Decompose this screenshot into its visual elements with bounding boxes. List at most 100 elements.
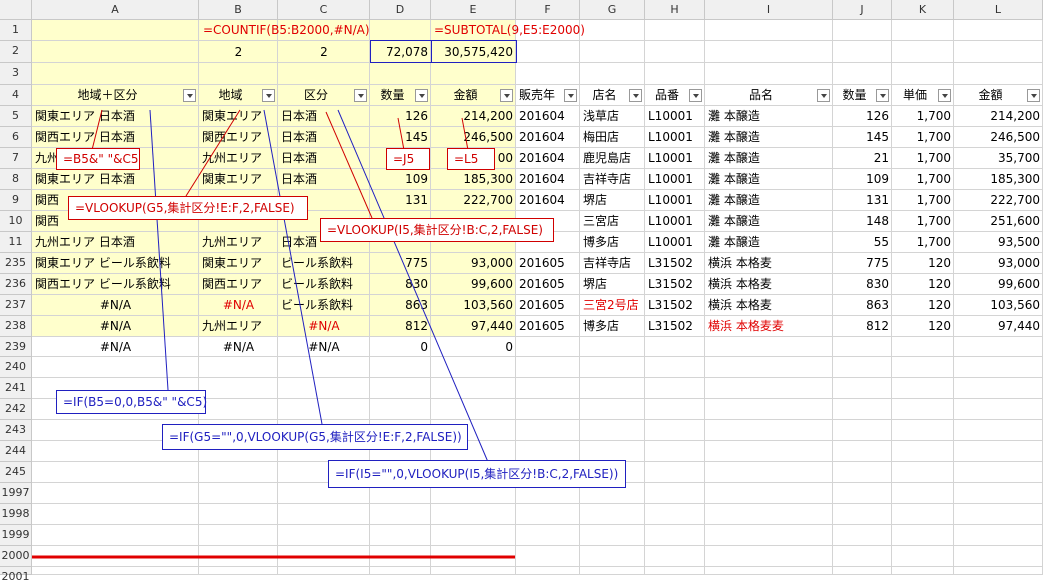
- cell[interactable]: [645, 462, 705, 483]
- cell[interactable]: [892, 337, 954, 357]
- row-header-237[interactable]: 237: [0, 295, 32, 316]
- cell[interactable]: [892, 420, 954, 441]
- cell[interactable]: [892, 41, 954, 63]
- cell[interactable]: [278, 357, 370, 378]
- filter-dropdown-j[interactable]: [876, 89, 889, 102]
- cell[interactable]: [431, 525, 516, 546]
- row-header-3[interactable]: 3: [0, 63, 32, 85]
- column-header-J[interactable]: J: [833, 0, 892, 20]
- cell[interactable]: [278, 546, 370, 567]
- row-header-242[interactable]: 242: [0, 399, 32, 420]
- cell[interactable]: [954, 567, 1043, 575]
- cell[interactable]: [705, 420, 833, 441]
- cell[interactable]: [278, 399, 370, 420]
- cell[interactable]: [954, 504, 1043, 525]
- cell[interactable]: [892, 504, 954, 525]
- row-header-238[interactable]: 238: [0, 316, 32, 337]
- row-header-1998[interactable]: 1998: [0, 504, 32, 525]
- cell[interactable]: [580, 441, 645, 462]
- cell[interactable]: [32, 567, 199, 575]
- cell[interactable]: [580, 525, 645, 546]
- cell[interactable]: [954, 462, 1043, 483]
- cell[interactable]: [580, 41, 645, 63]
- cell[interactable]: [516, 441, 580, 462]
- cell[interactable]: [516, 41, 580, 63]
- cell[interactable]: [892, 546, 954, 567]
- cell[interactable]: [833, 20, 892, 41]
- row-header-1997[interactable]: 1997: [0, 483, 32, 504]
- cell[interactable]: [516, 525, 580, 546]
- cell[interactable]: [954, 378, 1043, 399]
- cell[interactable]: [278, 504, 370, 525]
- row-header-1[interactable]: 1: [0, 20, 32, 41]
- cell[interactable]: [954, 399, 1043, 420]
- column-header-E[interactable]: E: [431, 0, 516, 20]
- cell[interactable]: [32, 41, 199, 63]
- cell[interactable]: [431, 357, 516, 378]
- cell[interactable]: [705, 399, 833, 420]
- filter-dropdown-c[interactable]: [354, 89, 367, 102]
- row-header-10[interactable]: 10: [0, 211, 32, 232]
- cell[interactable]: [892, 399, 954, 420]
- cell[interactable]: [705, 525, 833, 546]
- cell[interactable]: [892, 567, 954, 575]
- cell[interactable]: [833, 567, 892, 575]
- cell[interactable]: [278, 567, 370, 575]
- cell[interactable]: [892, 525, 954, 546]
- cell[interactable]: [833, 483, 892, 504]
- cell[interactable]: [580, 567, 645, 575]
- cell[interactable]: [645, 567, 705, 575]
- cell[interactable]: [705, 337, 833, 357]
- cell[interactable]: [705, 567, 833, 575]
- cell[interactable]: [954, 546, 1043, 567]
- row-header-236[interactable]: 236: [0, 274, 32, 295]
- select-all-corner[interactable]: [0, 0, 32, 20]
- cell[interactable]: [32, 525, 199, 546]
- column-header-B[interactable]: B: [199, 0, 278, 20]
- cell[interactable]: [892, 20, 954, 41]
- row-header-243[interactable]: 243: [0, 420, 32, 441]
- filter-dropdown-i[interactable]: [817, 89, 830, 102]
- cell[interactable]: [892, 462, 954, 483]
- cell[interactable]: [32, 20, 199, 41]
- cell[interactable]: [954, 20, 1043, 41]
- row-header-245[interactable]: 245: [0, 462, 32, 483]
- cell[interactable]: [199, 357, 278, 378]
- cell[interactable]: [431, 399, 516, 420]
- cell[interactable]: [278, 63, 370, 85]
- filter-dropdown-b[interactable]: [262, 89, 275, 102]
- cell[interactable]: [645, 41, 705, 63]
- cell[interactable]: [32, 546, 199, 567]
- cell[interactable]: [705, 483, 833, 504]
- cell[interactable]: [645, 357, 705, 378]
- cell[interactable]: [199, 525, 278, 546]
- cell[interactable]: [833, 441, 892, 462]
- cell[interactable]: [645, 63, 705, 85]
- cell[interactable]: [954, 63, 1043, 85]
- cell[interactable]: [370, 378, 431, 399]
- cell[interactable]: [199, 483, 278, 504]
- row-header-235[interactable]: 235: [0, 253, 32, 274]
- cell[interactable]: [705, 546, 833, 567]
- row-header-8[interactable]: 8: [0, 169, 32, 190]
- column-header-K[interactable]: K: [892, 0, 954, 20]
- cell[interactable]: [516, 420, 580, 441]
- cell[interactable]: [833, 420, 892, 441]
- cell[interactable]: [705, 504, 833, 525]
- cell[interactable]: [32, 483, 199, 504]
- row-header-7[interactable]: 7: [0, 148, 32, 169]
- cell[interactable]: [954, 441, 1043, 462]
- cell[interactable]: [954, 357, 1043, 378]
- cell[interactable]: [954, 41, 1043, 63]
- cell[interactable]: [516, 378, 580, 399]
- cell[interactable]: [199, 567, 278, 575]
- column-header-A[interactable]: A: [32, 0, 199, 20]
- cell[interactable]: [954, 420, 1043, 441]
- row-header-2000[interactable]: 2000: [0, 546, 32, 567]
- cell[interactable]: [833, 525, 892, 546]
- cell[interactable]: [32, 504, 199, 525]
- cell[interactable]: [370, 504, 431, 525]
- cell[interactable]: [516, 567, 580, 575]
- cell[interactable]: [892, 378, 954, 399]
- cell[interactable]: [370, 357, 431, 378]
